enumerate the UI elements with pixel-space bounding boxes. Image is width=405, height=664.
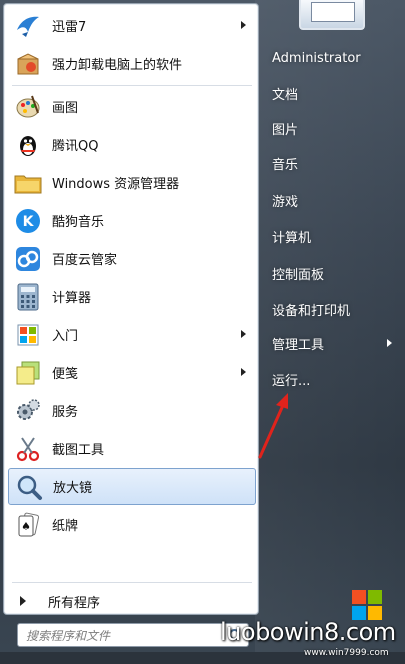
xunlei-bird-icon xyxy=(12,10,44,42)
gears-icon xyxy=(12,395,44,427)
program-label: 画图 xyxy=(52,101,79,116)
program-item-services[interactable]: 服务 xyxy=(8,392,256,429)
annotation-arrow-icon xyxy=(258,393,288,459)
right-item-label: 设备和打印机 xyxy=(272,303,351,319)
kugou-k-icon: K xyxy=(12,205,44,237)
svg-text:K: K xyxy=(23,214,35,230)
folder-explorer-icon xyxy=(12,167,44,199)
program-label: Windows 资源管理器 xyxy=(52,177,180,192)
magnifier-icon xyxy=(13,471,45,503)
program-item-paint[interactable]: 画图 xyxy=(8,88,256,125)
program-item-qq[interactable]: 腾讯QQ xyxy=(8,126,256,163)
program-label: 强力卸载电脑上的软件 xyxy=(52,58,183,73)
program-item-snipping-tool[interactable]: 截图工具 xyxy=(8,430,256,467)
cards-icon: ♠ xyxy=(12,509,44,541)
right-item-control-panel[interactable]: 控制面板 xyxy=(266,259,400,287)
paint-palette-icon xyxy=(12,91,44,123)
right-item-music[interactable]: 音乐 xyxy=(266,149,400,177)
program-item-getting-started[interactable]: 入门 xyxy=(8,316,256,353)
windows-logo-icon xyxy=(352,590,382,620)
site-watermark: luobowin8.com www.win7999.com xyxy=(218,618,405,664)
right-item-label: Administrator xyxy=(272,50,361,66)
program-item-explorer[interactable]: Windows 资源管理器 xyxy=(8,164,256,201)
right-item-label: 图片 xyxy=(272,122,299,138)
pinned-separator xyxy=(12,85,252,86)
program-label: 截图工具 xyxy=(52,443,105,458)
expand-arrow-icon xyxy=(20,596,26,606)
user-picture-thumbnail xyxy=(311,2,355,22)
watermark-main-text: luobowin8.com xyxy=(220,618,396,646)
submenu-arrow-icon xyxy=(387,339,392,347)
program-list-panel: 迅雷7 强力卸载电脑上的软件 画图 腾讯QQ Windows 资源管理器 K 酷… xyxy=(3,3,259,615)
program-label: 便笺 xyxy=(52,367,79,382)
program-label: 放大镜 xyxy=(53,481,93,496)
program-label: 腾讯QQ xyxy=(52,139,99,154)
right-item-label: 管理工具 xyxy=(272,337,325,353)
right-item-devices-printers[interactable]: 设备和打印机 xyxy=(266,295,400,323)
program-item-calculator[interactable]: 计算器 xyxy=(8,278,256,315)
qq-penguin-icon xyxy=(12,129,44,161)
all-programs-button[interactable]: 所有程序 xyxy=(8,587,256,615)
right-item-pictures[interactable]: 图片 xyxy=(266,114,400,142)
user-account-picture[interactable] xyxy=(299,0,365,30)
right-item-label: 文档 xyxy=(272,87,299,103)
search-input[interactable]: 搜索程序和文件 xyxy=(17,623,249,647)
program-label: 入门 xyxy=(52,329,79,344)
program-item-magnifier[interactable]: 放大镜 xyxy=(8,468,256,505)
submenu-arrow-icon xyxy=(241,330,246,338)
program-label: 百度云管家 xyxy=(52,253,118,268)
right-item-admin-tools[interactable]: 管理工具 xyxy=(266,329,400,357)
program-item-sticky-notes[interactable]: 便笺 xyxy=(8,354,256,391)
right-item-administrator[interactable]: Administrator xyxy=(266,44,400,72)
right-item-label: 控制面板 xyxy=(272,267,325,283)
baidu-cloud-icon xyxy=(12,243,44,275)
program-label: 纸牌 xyxy=(52,519,79,534)
all-programs-label: 所有程序 xyxy=(48,595,101,611)
right-item-documents[interactable]: 文档 xyxy=(266,79,400,107)
program-item-baidu-cloud[interactable]: 百度云管家 xyxy=(8,240,256,277)
program-label: 计算器 xyxy=(52,291,92,306)
submenu-arrow-icon xyxy=(241,368,246,376)
watermark-sub-text: www.win7999.com xyxy=(304,648,389,658)
calculator-icon xyxy=(12,281,44,313)
program-label: 服务 xyxy=(52,405,79,420)
getting-started-icon xyxy=(12,319,44,351)
program-item-solitaire[interactable]: ♠ 纸牌 xyxy=(8,506,256,543)
program-label: 迅雷7 xyxy=(52,20,87,35)
search-placeholder: 搜索程序和文件 xyxy=(26,628,111,643)
right-item-label: 计算机 xyxy=(272,230,312,246)
program-item-uninstall[interactable]: 强力卸载电脑上的软件 xyxy=(8,45,256,82)
program-label: 酷狗音乐 xyxy=(52,215,105,230)
submenu-arrow-icon xyxy=(241,21,246,29)
program-item-xunlei[interactable]: 迅雷7 xyxy=(8,7,256,44)
scissors-icon xyxy=(12,433,44,465)
right-item-games[interactable]: 游戏 xyxy=(266,186,400,214)
sticky-notes-icon xyxy=(12,357,44,389)
svg-text:♠: ♠ xyxy=(21,520,31,533)
right-item-label: 游戏 xyxy=(272,194,299,210)
program-item-kugou[interactable]: K 酷狗音乐 xyxy=(8,202,256,239)
uninstall-box-icon xyxy=(12,48,44,80)
right-item-label: 音乐 xyxy=(272,157,299,173)
right-item-computer[interactable]: 计算机 xyxy=(266,222,400,250)
all-programs-separator xyxy=(12,582,252,583)
